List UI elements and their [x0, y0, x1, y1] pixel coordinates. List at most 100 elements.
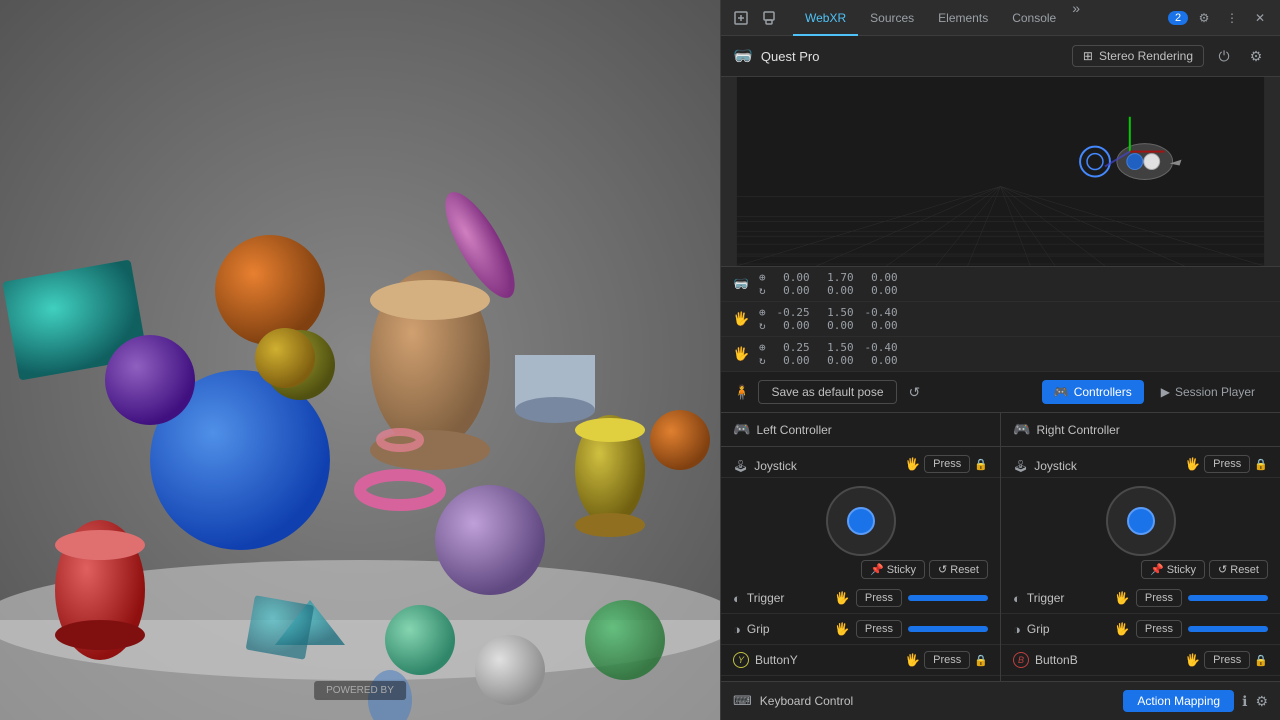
devtools-panel: WebXR Sources Elements Console » 2 ⚙ ⋮ ✕…	[720, 0, 1280, 720]
left-grip-icon: ◑	[733, 622, 741, 637]
stereo-label: Stereo Rendering	[1099, 49, 1193, 63]
more-tabs-btn[interactable]: »	[1068, 0, 1084, 36]
right-b-lock-icon[interactable]: 🔒	[1254, 654, 1268, 667]
webxr-panel: 🥽 Quest Pro ⊞ Stereo Rendering ⏻ ⚙	[721, 36, 1280, 681]
left-trigger-press-btn[interactable]: Press	[856, 589, 902, 607]
left-hand-pose-icon: 🖐	[733, 311, 751, 327]
bottom-settings-icon[interactable]: ⚙	[1255, 693, 1268, 710]
left-trigger-row: ◐ Trigger 🖐 Press	[721, 583, 1000, 614]
left-grip-label: ◑ Grip	[733, 622, 835, 637]
right-button-b-row: B ButtonB 🖐 Press 🔒	[1001, 645, 1280, 676]
left-joystick-pad[interactable]	[826, 486, 896, 556]
head-rot-icon: ↻	[759, 284, 766, 297]
right-trigger-slider[interactable]	[1188, 595, 1268, 601]
device-settings-btn[interactable]: ⚙	[1244, 44, 1268, 68]
right-b-press-btn[interactable]: Press	[1204, 651, 1250, 669]
right-grip-slider[interactable]	[1188, 626, 1268, 632]
more-options-btn[interactable]: ⋮	[1220, 6, 1244, 30]
inspect-element-btn[interactable]	[729, 6, 753, 30]
tab-sources[interactable]: Sources	[858, 0, 926, 36]
stereo-rendering-btn[interactable]: ⊞ Stereo Rendering	[1072, 45, 1204, 67]
right-button-b-controls: 🖐 Press 🔒	[1185, 651, 1268, 669]
left-trigger-label: ◐ Trigger	[733, 591, 835, 606]
right-joystick-sticky-btn[interactable]: 📌 Sticky	[1141, 560, 1205, 579]
left-y-lock-icon[interactable]: 🔒	[974, 654, 988, 667]
left-joystick-lock-icon[interactable]: 🔒	[974, 458, 988, 471]
pose-toolbar: 🧍 Save as default pose ↺ 🎮 Controllers ▶…	[721, 372, 1280, 413]
right-hand-pose-icon: 🖐	[733, 346, 751, 362]
right-sticky-icon: 📌	[1150, 563, 1164, 576]
close-devtools-btn[interactable]: ✕	[1248, 6, 1272, 30]
left-trigger-slider[interactable]	[908, 595, 988, 601]
right-joystick-press-row: 🖐 Press 🔒	[1185, 455, 1268, 473]
left-joystick-pad-wrap	[721, 478, 1000, 560]
controllers-tab[interactable]: 🎮 Controllers	[1042, 380, 1144, 404]
right-button-b-label: B ButtonB	[1013, 652, 1185, 668]
device-icon: 🥽	[733, 46, 753, 66]
left-controller-title: Left Controller	[756, 423, 831, 437]
right-trigger-hand-icon: 🖐	[1115, 591, 1130, 605]
left-joystick-reset-btn[interactable]: ↺ Reset	[929, 560, 988, 579]
right-joystick-reset-btn[interactable]: ↺ Reset	[1209, 560, 1268, 579]
left-trigger-icon: ◐	[733, 591, 741, 606]
right-joystick-pad[interactable]	[1106, 486, 1176, 556]
right-trigger-press-btn[interactable]: Press	[1136, 589, 1182, 607]
scene-panel: three.js vr - dragging	[0, 0, 720, 720]
left-joystick-row: 🕹 Joystick 🖐 Press 🔒	[721, 447, 1000, 478]
left-joystick-btns: 📌 Sticky ↺ Reset	[721, 560, 1000, 583]
right-grip-label: ◑ Grip	[1013, 622, 1115, 637]
controllers-panel: 🎮 Left Controller 🕹 Joystick 🖐 Press 🔒	[721, 413, 1280, 681]
left-grip-slider[interactable]	[908, 626, 988, 632]
right-joystick-dot	[1127, 507, 1155, 535]
right-joystick-label: 🕹 Joystick	[1013, 455, 1185, 473]
left-joystick-controls: 🖐 Press 🔒	[905, 455, 988, 473]
devtools-tabs: WebXR Sources Elements Console »	[793, 0, 1084, 36]
bottom-info-icon[interactable]: ℹ	[1242, 693, 1247, 710]
b-btn-icon: B	[1013, 652, 1029, 668]
controllers-label: Controllers	[1074, 385, 1132, 399]
tab-console[interactable]: Console	[1000, 0, 1068, 36]
right-grip-press-btn[interactable]: Press	[1136, 620, 1182, 638]
session-player-icon: ▶	[1161, 385, 1170, 399]
left-joystick-icon: 🕹	[733, 459, 748, 473]
right-b-hand-icon: 🖐	[1185, 653, 1200, 667]
right-trigger-icon: ◐	[1013, 591, 1021, 606]
left-controller-icon: 🎮	[733, 421, 750, 438]
session-player-tab[interactable]: ▶ Session Player	[1148, 380, 1268, 404]
tab-webxr[interactable]: WebXR	[793, 0, 858, 36]
left-grip-press-btn[interactable]: Press	[856, 620, 902, 638]
right-hand-pose-coords: ⊕ 0.25 1.50 -0.40 ↻ 0.00 0.00 0.00	[759, 341, 898, 367]
save-default-pose-btn[interactable]: Save as default pose	[758, 380, 896, 404]
right-joystick-press-btn[interactable]: Press	[1204, 455, 1250, 473]
device-toolbar-btn[interactable]	[757, 6, 781, 30]
left-y-press-btn[interactable]: Press	[924, 651, 970, 669]
left-controller-col: 🎮 Left Controller 🕹 Joystick 🖐 Press 🔒	[721, 413, 1001, 681]
left-hand-pose-coords: ⊕ -0.25 1.50 -0.40 ↻ 0.00 0.00 0.00	[759, 306, 898, 332]
notifications-badge: 2	[1168, 11, 1188, 25]
right-joystick-pad-wrap	[1001, 478, 1280, 560]
sticky-icon: 📌	[870, 563, 884, 576]
left-grip-row: ◑ Grip 🖐 Press	[721, 614, 1000, 645]
left-button-y-label: Y ButtonY	[733, 652, 905, 668]
right-grip-icon: ◑	[1013, 622, 1021, 637]
power-btn[interactable]: ⏻	[1212, 44, 1236, 68]
reset-pose-btn[interactable]: ↺	[905, 382, 925, 403]
right-joystick-row: 🕹 Joystick 🖐 Press 🔒	[1001, 447, 1280, 478]
right-joystick-lock-icon[interactable]: 🔒	[1254, 458, 1268, 471]
keyboard-control-label: Keyboard Control	[760, 694, 1116, 708]
action-mapping-btn[interactable]: Action Mapping	[1123, 690, 1234, 712]
left-grip-controls: 🖐 Press	[835, 620, 988, 638]
right-grip-controls: 🖐 Press	[1115, 620, 1268, 638]
right-controller-icon: 🎮	[1013, 421, 1030, 438]
right-trigger-label: ◐ Trigger	[1013, 591, 1115, 606]
settings-btn[interactable]: ⚙	[1192, 6, 1216, 30]
y-btn-icon: Y	[733, 652, 749, 668]
left-joystick-sticky-btn[interactable]: 📌 Sticky	[861, 560, 925, 579]
device-name: Quest Pro	[761, 49, 820, 64]
left-joystick-dot	[847, 507, 875, 535]
left-button-y-controls: 🖐 Press 🔒	[905, 651, 988, 669]
left-joystick-press-btn[interactable]: Press	[924, 455, 970, 473]
right-controller-header: 🎮 Right Controller	[1001, 413, 1280, 447]
left-grip-hand-icon: 🖐	[835, 622, 850, 636]
tab-elements[interactable]: Elements	[926, 0, 1000, 36]
